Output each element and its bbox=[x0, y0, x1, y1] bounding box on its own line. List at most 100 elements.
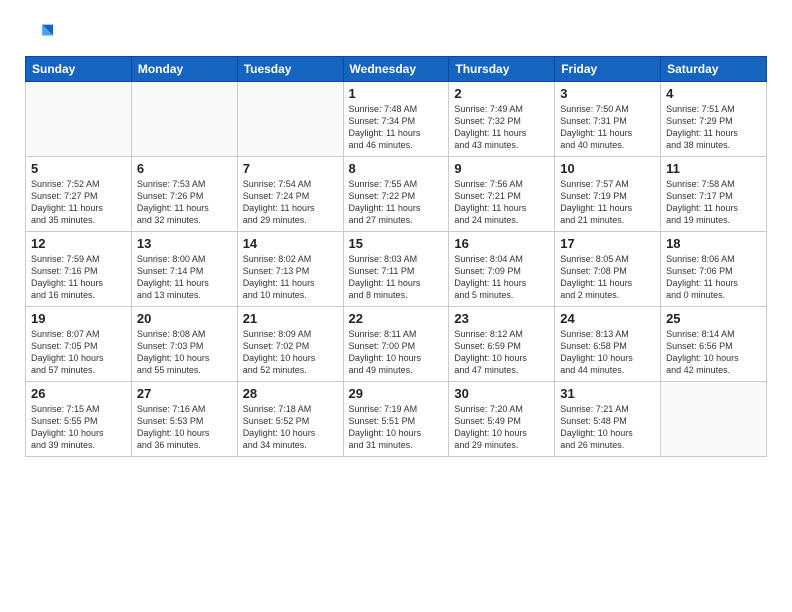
calendar-cell: 25 Sunrise: 8:14 AM Sunset: 6:56 PM Dayli… bbox=[661, 307, 767, 382]
weekday-header-saturday: Saturday bbox=[661, 57, 767, 82]
page: SundayMondayTuesdayWednesdayThursdayFrid… bbox=[0, 0, 792, 612]
day-number: 8 bbox=[349, 161, 444, 176]
calendar-cell: 18 Sunrise: 8:06 AM Sunset: 7:06 PM Dayli… bbox=[661, 232, 767, 307]
weekday-header-thursday: Thursday bbox=[449, 57, 555, 82]
day-number: 12 bbox=[31, 236, 126, 251]
day-info: Sunrise: 7:48 AM Sunset: 7:34 PM Dayligh… bbox=[349, 103, 444, 152]
day-info: Sunrise: 7:18 AM Sunset: 5:52 PM Dayligh… bbox=[243, 403, 338, 452]
week-row-4: 19Sunrise: 8:07 AM Sunset: 7:05 PM Dayli… bbox=[26, 307, 767, 382]
calendar-cell: 21 Sunrise: 8:09 AM Sunset: 7:02 PM Dayli… bbox=[237, 307, 343, 382]
day-info: Sunrise: 7:53 AM Sunset: 7:26 PM Dayligh… bbox=[137, 178, 232, 227]
calendar-cell: 13Sunrise: 8:00 AM Sunset: 7:14 PM Dayli… bbox=[131, 232, 237, 307]
day-number: 26 bbox=[31, 386, 126, 401]
weekday-header-sunday: Sunday bbox=[26, 57, 132, 82]
day-info: Sunrise: 8:12 AM Sunset: 6:59 PM Dayligh… bbox=[454, 328, 549, 377]
day-info: Sunrise: 7:59 AM Sunset: 7:16 PM Dayligh… bbox=[31, 253, 126, 302]
calendar-cell: 4Sunrise: 7:51 AM Sunset: 7:29 PM Daylig… bbox=[661, 82, 767, 157]
day-number: 7 bbox=[243, 161, 338, 176]
day-info: Sunrise: 8:09 AM Sunset: 7:02 PM Dayligh… bbox=[243, 328, 338, 377]
day-number: 20 bbox=[137, 311, 232, 326]
week-row-1: 1 Sunrise: 7:48 AM Sunset: 7:34 PM Daylig… bbox=[26, 82, 767, 157]
day-number: 23 bbox=[454, 311, 549, 326]
day-info: Sunrise: 7:16 AM Sunset: 5:53 PM Dayligh… bbox=[137, 403, 232, 452]
day-number: 14 bbox=[243, 236, 338, 251]
calendar-cell bbox=[237, 82, 343, 157]
calendar-cell: 19Sunrise: 8:07 AM Sunset: 7:05 PM Dayli… bbox=[26, 307, 132, 382]
week-row-3: 12 Sunrise: 7:59 AM Sunset: 7:16 PM Dayli… bbox=[26, 232, 767, 307]
day-number: 17 bbox=[560, 236, 655, 251]
calendar-cell: 7 Sunrise: 7:54 AM Sunset: 7:24 PM Daylig… bbox=[237, 157, 343, 232]
week-row-5: 26Sunrise: 7:15 AM Sunset: 5:55 PM Dayli… bbox=[26, 382, 767, 457]
calendar-table: SundayMondayTuesdayWednesdayThursdayFrid… bbox=[25, 56, 767, 457]
day-info: Sunrise: 8:03 AM Sunset: 7:11 PM Dayligh… bbox=[349, 253, 444, 302]
day-info: Sunrise: 8:04 AM Sunset: 7:09 PM Dayligh… bbox=[454, 253, 549, 302]
day-info: Sunrise: 7:19 AM Sunset: 5:51 PM Dayligh… bbox=[349, 403, 444, 452]
day-number: 16 bbox=[454, 236, 549, 251]
day-number: 25 bbox=[666, 311, 761, 326]
weekday-header-wednesday: Wednesday bbox=[343, 57, 449, 82]
calendar-cell: 28 Sunrise: 7:18 AM Sunset: 5:52 PM Dayli… bbox=[237, 382, 343, 457]
calendar-cell: 26Sunrise: 7:15 AM Sunset: 5:55 PM Dayli… bbox=[26, 382, 132, 457]
calendar-cell: 17 Sunrise: 8:05 AM Sunset: 7:08 PM Dayli… bbox=[555, 232, 661, 307]
calendar-cell: 29 Sunrise: 7:19 AM Sunset: 5:51 PM Dayli… bbox=[343, 382, 449, 457]
day-number: 28 bbox=[243, 386, 338, 401]
day-number: 22 bbox=[349, 311, 444, 326]
week-row-2: 5Sunrise: 7:52 AM Sunset: 7:27 PM Daylig… bbox=[26, 157, 767, 232]
day-number: 21 bbox=[243, 311, 338, 326]
weekday-header-friday: Friday bbox=[555, 57, 661, 82]
day-info: Sunrise: 7:54 AM Sunset: 7:24 PM Dayligh… bbox=[243, 178, 338, 227]
calendar-cell: 31 Sunrise: 7:21 AM Sunset: 5:48 PM Dayli… bbox=[555, 382, 661, 457]
day-number: 27 bbox=[137, 386, 232, 401]
day-info: Sunrise: 8:06 AM Sunset: 7:06 PM Dayligh… bbox=[666, 253, 761, 302]
calendar-cell: 23 Sunrise: 8:12 AM Sunset: 6:59 PM Dayli… bbox=[449, 307, 555, 382]
day-info: Sunrise: 7:51 AM Sunset: 7:29 PM Dayligh… bbox=[666, 103, 761, 152]
day-number: 9 bbox=[454, 161, 549, 176]
logo bbox=[25, 20, 57, 48]
day-info: Sunrise: 8:07 AM Sunset: 7:05 PM Dayligh… bbox=[31, 328, 126, 377]
day-number: 31 bbox=[560, 386, 655, 401]
day-number: 10 bbox=[560, 161, 655, 176]
calendar-cell: 5Sunrise: 7:52 AM Sunset: 7:27 PM Daylig… bbox=[26, 157, 132, 232]
day-info: Sunrise: 8:13 AM Sunset: 6:58 PM Dayligh… bbox=[560, 328, 655, 377]
day-info: Sunrise: 8:02 AM Sunset: 7:13 PM Dayligh… bbox=[243, 253, 338, 302]
calendar-cell: 15Sunrise: 8:03 AM Sunset: 7:11 PM Dayli… bbox=[343, 232, 449, 307]
day-info: Sunrise: 8:00 AM Sunset: 7:14 PM Dayligh… bbox=[137, 253, 232, 302]
day-number: 30 bbox=[454, 386, 549, 401]
day-number: 2 bbox=[454, 86, 549, 101]
day-info: Sunrise: 7:21 AM Sunset: 5:48 PM Dayligh… bbox=[560, 403, 655, 452]
header bbox=[25, 20, 767, 48]
day-number: 11 bbox=[666, 161, 761, 176]
calendar-cell: 27 Sunrise: 7:16 AM Sunset: 5:53 PM Dayli… bbox=[131, 382, 237, 457]
calendar-cell: 8 Sunrise: 7:55 AM Sunset: 7:22 PM Daylig… bbox=[343, 157, 449, 232]
day-info: Sunrise: 8:05 AM Sunset: 7:08 PM Dayligh… bbox=[560, 253, 655, 302]
day-number: 29 bbox=[349, 386, 444, 401]
day-info: Sunrise: 7:20 AM Sunset: 5:49 PM Dayligh… bbox=[454, 403, 549, 452]
logo-icon bbox=[25, 20, 53, 48]
calendar-cell: 14 Sunrise: 8:02 AM Sunset: 7:13 PM Dayli… bbox=[237, 232, 343, 307]
calendar-cell: 16 Sunrise: 8:04 AM Sunset: 7:09 PM Dayli… bbox=[449, 232, 555, 307]
day-info: Sunrise: 7:57 AM Sunset: 7:19 PM Dayligh… bbox=[560, 178, 655, 227]
weekday-header-tuesday: Tuesday bbox=[237, 57, 343, 82]
day-info: Sunrise: 7:55 AM Sunset: 7:22 PM Dayligh… bbox=[349, 178, 444, 227]
day-info: Sunrise: 7:50 AM Sunset: 7:31 PM Dayligh… bbox=[560, 103, 655, 152]
day-info: Sunrise: 7:49 AM Sunset: 7:32 PM Dayligh… bbox=[454, 103, 549, 152]
calendar-cell: 2 Sunrise: 7:49 AM Sunset: 7:32 PM Daylig… bbox=[449, 82, 555, 157]
calendar-cell: 6Sunrise: 7:53 AM Sunset: 7:26 PM Daylig… bbox=[131, 157, 237, 232]
weekday-header-monday: Monday bbox=[131, 57, 237, 82]
calendar-cell: 24 Sunrise: 8:13 AM Sunset: 6:58 PM Dayli… bbox=[555, 307, 661, 382]
day-info: Sunrise: 7:58 AM Sunset: 7:17 PM Dayligh… bbox=[666, 178, 761, 227]
calendar-cell: 20 Sunrise: 8:08 AM Sunset: 7:03 PM Dayli… bbox=[131, 307, 237, 382]
day-info: Sunrise: 8:14 AM Sunset: 6:56 PM Dayligh… bbox=[666, 328, 761, 377]
day-number: 24 bbox=[560, 311, 655, 326]
day-number: 3 bbox=[560, 86, 655, 101]
day-number: 5 bbox=[31, 161, 126, 176]
day-info: Sunrise: 8:08 AM Sunset: 7:03 PM Dayligh… bbox=[137, 328, 232, 377]
calendar-cell bbox=[661, 382, 767, 457]
day-number: 18 bbox=[666, 236, 761, 251]
day-info: Sunrise: 8:11 AM Sunset: 7:00 PM Dayligh… bbox=[349, 328, 444, 377]
day-number: 1 bbox=[349, 86, 444, 101]
calendar-cell: 1 Sunrise: 7:48 AM Sunset: 7:34 PM Daylig… bbox=[343, 82, 449, 157]
calendar-cell bbox=[26, 82, 132, 157]
calendar-cell: 30 Sunrise: 7:20 AM Sunset: 5:49 PM Dayli… bbox=[449, 382, 555, 457]
calendar-cell: 22 Sunrise: 8:11 AM Sunset: 7:00 PM Dayli… bbox=[343, 307, 449, 382]
